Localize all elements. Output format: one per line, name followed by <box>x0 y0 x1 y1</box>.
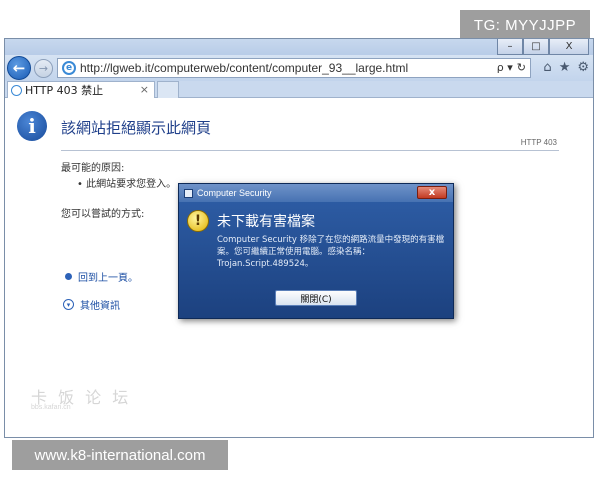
back-button[interactable]: ← <box>7 56 31 80</box>
tools-gear-icon[interactable]: ⚙ <box>577 60 589 75</box>
expand-chevron-icon[interactable]: ▾ <box>63 299 74 310</box>
more-info-link[interactable]: 其他資訊 <box>80 297 120 312</box>
refresh-icon[interactable]: ↻ <box>517 61 526 74</box>
bottom-watermark: www.k8-international.com <box>12 440 228 470</box>
more-info-link-row[interactable]: ▾ 其他資訊 <box>63 297 120 312</box>
dialog-title: Computer Security <box>197 188 272 198</box>
search-dropdown-icon[interactable]: ρ ▾ <box>497 61 513 74</box>
warning-icon: ! <box>187 210 209 232</box>
new-tab-button[interactable] <box>157 81 179 98</box>
go-back-link-row[interactable]: 回到上一頁。 <box>63 269 138 284</box>
dialog-title-bar: Computer Security x <box>179 184 453 202</box>
app-window-icon <box>184 188 193 198</box>
reason-heading: 最可能的原因: <box>61 163 125 174</box>
ie-page-icon: e <box>62 61 76 75</box>
top-watermark: TG: MYYJJPP <box>460 10 590 40</box>
url-text[interactable]: http://lgweb.it/computerweb/content/comp… <box>80 61 408 75</box>
page-title: 該網站拒絕顯示此網頁 <box>61 119 212 137</box>
tab-close-icon[interactable]: × <box>140 83 149 96</box>
tab-bar: HTTP 403 禁止 × <box>5 81 593 98</box>
navigation-bar: ← → e http://lgweb.it/computerweb/conten… <box>5 55 593 81</box>
window-controls: – □ X <box>497 39 589 55</box>
dialog-message: Computer Security 移除了在您的網路流量中發現的有害檔案。您可繼… <box>217 235 445 269</box>
tab-http-403[interactable]: HTTP 403 禁止 × <box>7 81 155 98</box>
tab-ie-icon <box>11 84 22 96</box>
window-close-button[interactable]: X <box>549 39 589 55</box>
forward-button[interactable]: → <box>34 59 53 78</box>
address-bar[interactable]: e http://lgweb.it/computerweb/content/co… <box>57 58 531 78</box>
dialog-heading: 未下載有害檔案 <box>217 214 315 230</box>
dialog-close-button[interactable]: x <box>417 186 447 199</box>
bullet-icon <box>65 273 72 280</box>
address-tools: ρ ▾ ↻ <box>497 61 526 74</box>
reason-item: • 此網站要求您登入。 <box>77 179 177 190</box>
http-status-code: HTTP 403 <box>520 138 557 147</box>
try-heading: 您可以嘗試的方式: <box>61 209 145 220</box>
title-divider <box>61 150 559 151</box>
go-back-link[interactable]: 回到上一頁。 <box>78 269 138 284</box>
home-icon[interactable]: ⌂ <box>543 60 551 75</box>
favorites-icon[interactable]: ★ <box>559 60 571 75</box>
info-icon: i <box>17 111 47 141</box>
minimize-button[interactable]: – <box>497 39 523 55</box>
maximize-button[interactable]: □ <box>523 39 549 55</box>
security-alert-dialog: Computer Security x ! 未下載有害檔案 Computer S… <box>178 183 454 319</box>
dialog-close-action-button[interactable]: 關閉(C) <box>275 290 357 306</box>
tab-title: HTTP 403 禁止 <box>25 84 104 97</box>
forum-watermark-url: bbs.kafan.cn <box>31 404 71 411</box>
browser-toolbar-icons: ⌂ ★ ⚙ <box>543 60 589 75</box>
